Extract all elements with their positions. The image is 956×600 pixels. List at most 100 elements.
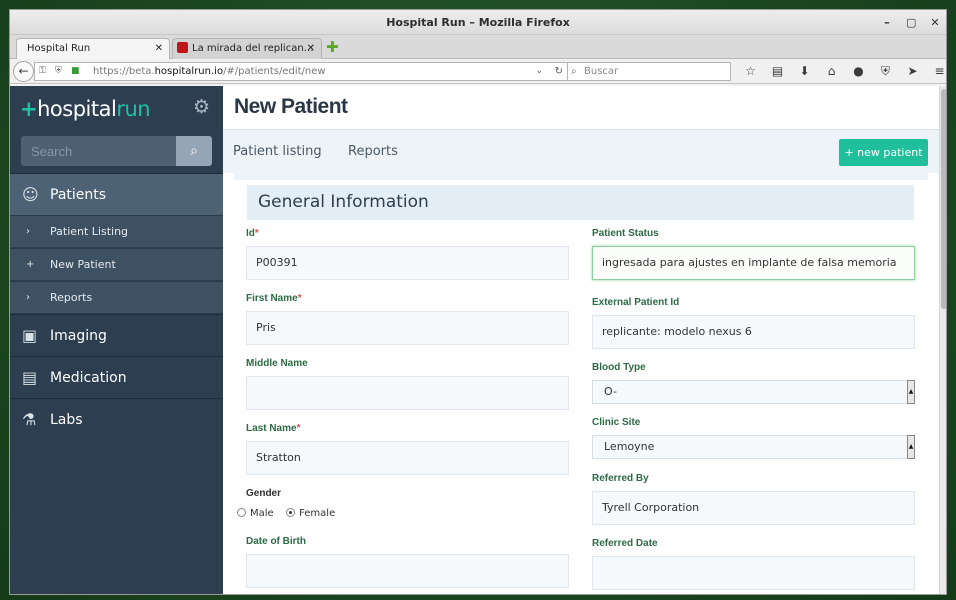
search-placeholder: Buscar	[584, 66, 619, 77]
page-viewport: +hospitalrun ⚙ ⌕ ☺ Patients › Patient Li…	[10, 86, 946, 594]
chat-icon[interactable]: ●	[845, 64, 872, 78]
plus-icon: +	[26, 259, 35, 270]
tab-hospital-run[interactable]: Hospital Run ✕	[16, 38, 170, 59]
document-icon: ▤	[22, 368, 38, 387]
sidebar-item-labs[interactable]: ⚗ Labs	[10, 398, 223, 440]
reload-icon[interactable]: ↻	[555, 63, 563, 80]
search-input[interactable]	[21, 136, 176, 166]
tab-close-icon[interactable]: ✕	[155, 39, 163, 59]
tab-label: Hospital Run	[27, 43, 91, 54]
patient-form: General Information Id* P00391 First Nam…	[234, 173, 928, 594]
blood-type-select[interactable]: O- ▲	[592, 380, 915, 404]
bookmark-star-icon[interactable]: ☆	[737, 64, 764, 78]
reports-link[interactable]: Reports	[348, 130, 398, 174]
sidebar-item-patients[interactable]: ☺ Patients	[10, 173, 223, 215]
referred-date-label: Referred Date	[592, 538, 658, 549]
minimize-icon[interactable]: –	[882, 10, 892, 35]
download-icon[interactable]: ⬇	[791, 64, 818, 78]
tab-bar: Hospital Run ✕ La mirada del replican… ✕…	[10, 35, 946, 59]
female-radio[interactable]	[286, 508, 296, 517]
last-name-label: Last Name*	[246, 423, 301, 434]
referred-by-field[interactable]: Tyrell Corporation	[592, 491, 915, 525]
title-bar: Hospital Run – Mozilla Firefox – ▢ ✕	[10, 10, 946, 35]
send-icon[interactable]: ➤	[899, 64, 926, 78]
id-label: Id*	[246, 228, 259, 239]
key-icon[interactable]: ⚿	[39, 63, 46, 80]
browser-window: Hospital Run – Mozilla Firefox – ▢ ✕ Hos…	[9, 9, 947, 595]
chevron-down-icon[interactable]: ⌄	[535, 63, 543, 80]
chevron-right-icon: ›	[26, 292, 30, 303]
reading-list-icon[interactable]: ▤	[764, 64, 791, 78]
shield-icon[interactable]: ⛨	[872, 64, 899, 79]
clinic-site-select[interactable]: Lemoyne ▲	[592, 435, 915, 459]
url-text: https://beta.hospitalrun.io/#/patients/e…	[93, 66, 326, 77]
sidebar-search: ⌕	[21, 136, 213, 166]
first-name-label: First Name*	[246, 293, 302, 304]
referred-by-label: Referred By	[592, 473, 649, 484]
patient-status-field[interactable]: ingresada para ajustes en implante de fa…	[592, 246, 915, 280]
tab-label: La mirada del replican…	[192, 43, 314, 54]
back-button[interactable]: ←	[13, 61, 34, 82]
scrollbar-thumb[interactable]	[941, 89, 946, 309]
sidebar-item-imaging[interactable]: ▣ Imaging	[10, 314, 223, 356]
section-heading: General Information	[247, 185, 914, 220]
blood-type-value: O-	[604, 385, 617, 398]
male-label: Male	[250, 508, 274, 519]
chevron-down-icon[interactable]: ▲	[907, 435, 915, 459]
toolbar: ☆ ▤ ⬇ ⌂ ● ⛨ ➤ ≡	[737, 59, 946, 83]
middle-name-label: Middle Name	[246, 358, 308, 369]
female-label: Female	[299, 508, 336, 519]
gear-icon[interactable]: ⚙	[193, 96, 210, 118]
maximize-icon[interactable]: ▢	[906, 10, 916, 35]
window-title: Hospital Run – Mozilla Firefox	[386, 16, 570, 29]
new-tab-icon[interactable]: ✚	[326, 37, 339, 57]
chevron-right-icon: ›	[26, 226, 30, 237]
first-name-field[interactable]: Pris	[246, 311, 569, 345]
id-field[interactable]: P00391	[246, 246, 569, 280]
gender-label: Gender	[246, 488, 282, 499]
male-radio[interactable]	[237, 508, 246, 517]
dob-field[interactable]	[246, 554, 569, 588]
chevron-down-icon[interactable]: ▲	[907, 380, 915, 404]
sub-navigation: Patient listing Reports + new patient	[223, 129, 939, 173]
hospitalrun-logo[interactable]: +hospitalrun	[20, 94, 151, 124]
close-window-icon[interactable]: ✕	[930, 10, 940, 35]
sidebar-subitem-patient-listing[interactable]: › Patient Listing	[10, 215, 223, 247]
tab-close-icon[interactable]: ✕	[307, 39, 315, 59]
patient-status-label: Patient Status	[592, 228, 659, 239]
middle-name-field[interactable]	[246, 376, 569, 410]
sidebar-subitem-new-patient[interactable]: + New Patient	[10, 248, 223, 280]
patient-listing-link[interactable]: Patient listing	[233, 130, 322, 174]
sidebar-item-medication[interactable]: ▤ Medication	[10, 356, 223, 398]
new-patient-button[interactable]: + new patient	[839, 139, 928, 166]
window-controls: – ▢ ✕	[882, 10, 940, 35]
clinic-site-value: Lemoyne	[604, 440, 655, 453]
search-icon: ⌕	[571, 66, 577, 77]
site-favicon-icon	[177, 42, 188, 53]
gender-radio-group: Male Female	[237, 508, 335, 519]
shield-info-icon[interactable]: ⛨	[55, 63, 62, 80]
blood-type-label: Blood Type	[592, 362, 646, 373]
tab-la-mirada[interactable]: La mirada del replican… ✕	[172, 38, 322, 59]
navigation-bar: ← ⚿ ⛨ ■ https://beta.hospitalrun.io/#/pa…	[10, 59, 946, 84]
microscope-icon: ⚗	[22, 410, 37, 429]
search-button[interactable]: ⌕	[176, 136, 212, 166]
external-id-label: External Patient Id	[592, 297, 680, 308]
url-bar[interactable]: ⚿ ⛨ ■ https://beta.hospitalrun.io/#/pati…	[34, 62, 570, 81]
camera-icon: ▣	[22, 326, 38, 345]
last-name-field[interactable]: Stratton	[246, 441, 569, 475]
home-icon[interactable]: ⌂	[818, 64, 845, 78]
sidebar-subitem-reports[interactable]: › Reports	[10, 281, 223, 313]
page-title: New Patient	[234, 95, 348, 118]
lock-icon[interactable]: ■	[71, 63, 80, 80]
search-bar[interactable]: ⌕ Buscar	[567, 62, 731, 81]
referred-date-field[interactable]	[592, 556, 915, 590]
clinic-site-label: Clinic Site	[592, 417, 641, 428]
hamburger-menu-icon[interactable]: ≡	[926, 64, 946, 78]
sidebar: +hospitalrun ⚙ ⌕ ☺ Patients › Patient Li…	[10, 86, 223, 594]
scrollbar[interactable]	[939, 86, 946, 594]
patients-icon: ☺	[22, 185, 39, 204]
dob-label: Date of Birth	[246, 536, 306, 547]
external-id-field[interactable]: replicante: modelo nexus 6	[592, 315, 915, 349]
main-content: New Patient Patient listing Reports + ne…	[223, 86, 939, 594]
